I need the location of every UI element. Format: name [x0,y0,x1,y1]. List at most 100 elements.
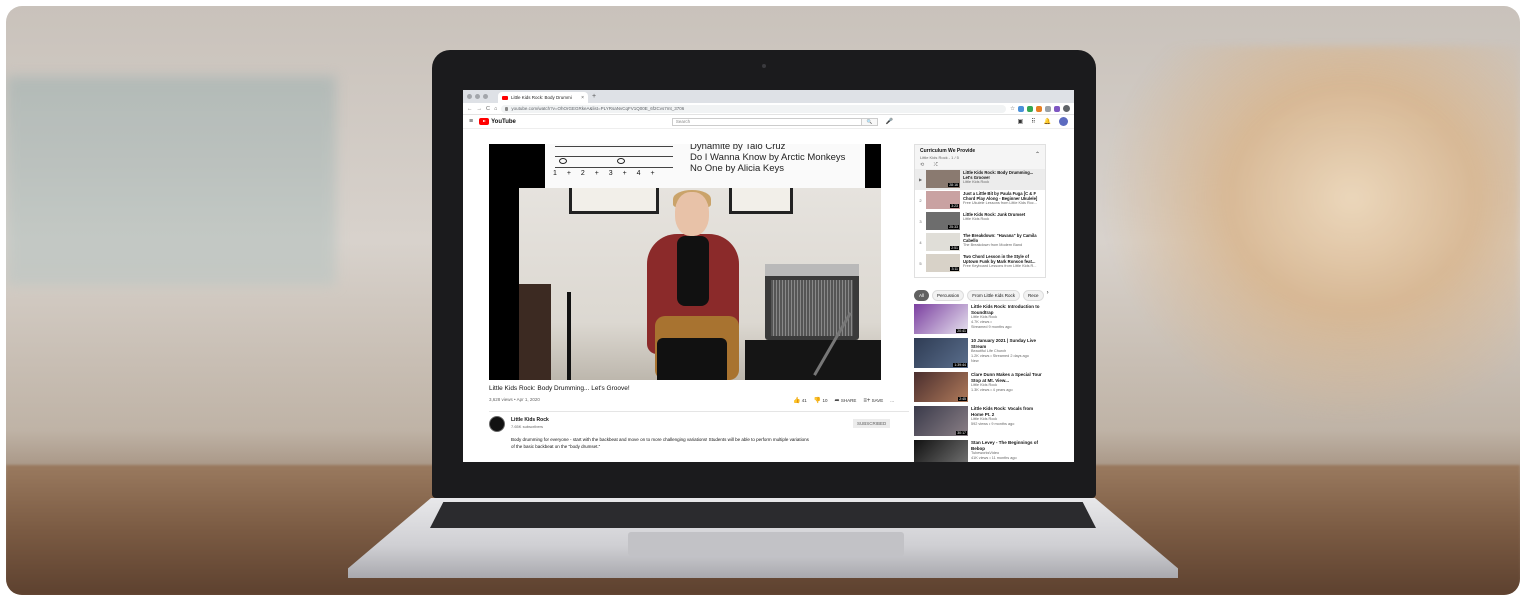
keyboard-instrument [519,284,551,380]
playlist-loop-shuffle[interactable]: ⟲ ⤮ [920,162,1040,168]
forward-icon[interactable]: → [477,106,483,112]
playlist-thumbnail: 3:11 [926,254,960,272]
playlist-item-channel: Free Keyboard Lessons from Little Kids R… [963,264,1037,268]
channel-avatar[interactable] [489,416,505,432]
chip-recent[interactable]: Rece [1023,290,1044,301]
save-button[interactable]: ≡+ SAVE [863,398,883,404]
playlist-item[interactable]: 2 3:23 Just a Little Bit by Paula Fuga [… [915,190,1045,211]
video-views-date: 3,628 views • Apr 1, 2020 [489,397,540,402]
extension-icons: ☆ [1010,105,1070,112]
playlist-item[interactable]: 4 2:51 The Breakdown: "Havana" by Camila… [915,232,1045,253]
browser-profile-icon[interactable] [1063,105,1070,112]
video-title: Little Kids Rock: Body Drumming... Let's… [489,385,630,392]
duration: 2:51 [950,246,959,250]
url-text: youtube.com/watch?v=OhOrGEGRkeA&list=PLY… [511,106,685,111]
address-bar[interactable]: youtube.com/watch?v=OhOrGEGRkeA&list=PLY… [501,104,1007,113]
laptop-keyboard [430,502,1096,528]
playlist-index: ▶ [918,177,923,182]
subscribed-button[interactable]: SUBSCRIBED [853,419,891,428]
menu-icon[interactable]: ≡ [469,118,473,125]
minimize-window-button[interactable] [475,94,480,99]
playlist-index: 4 [919,240,922,245]
chip-from-channel[interactable]: From Little Kids Rock [967,290,1021,301]
thumbs-down-icon: 👎 [813,398,822,404]
playlist-title[interactable]: Curriculum We Provide [920,148,1040,154]
webcam [762,64,766,68]
new-tab-button[interactable]: + [592,93,596,100]
chip-percussion[interactable]: Percussion [932,290,965,301]
beat-counts: 1 + 2 + 3 + 4 + [553,170,659,177]
like-button[interactable]: 👍 41 [793,397,807,404]
browser-tab[interactable]: Little Kids Rock: Body Drummi × [498,92,588,103]
rec-title: Little Kids Rock: Vocals from Home Pt. 2 [971,406,1034,417]
playlist-item[interactable]: 3 25:33 Little Kids Rock: Junk Drumset Li… [915,211,1045,232]
window-controls [467,94,488,99]
dislike-count: 10 [822,398,828,403]
extension-icon[interactable] [1036,105,1042,112]
playlist-index: 5 [919,261,922,266]
playlist-panel: Curriculum We Provide Little Kids Rock -… [914,144,1046,278]
extension-icon[interactable] [1018,105,1024,112]
video-player[interactable]: 1 + 2 + 3 + 4 + Dynamite by Taio Cruz Do… [489,144,881,380]
playlist-item-title: Just a Little Bit by Paula Fuga [C & F C… [963,191,1038,201]
close-window-button[interactable] [467,94,472,99]
search-input[interactable]: Search [671,117,862,126]
channel-name[interactable]: Little Kids Rock [511,417,549,423]
playlist-item-channel: Free Ukulele Lessons from Little Kids Ro… [963,201,1037,205]
extension-icon[interactable] [1054,105,1060,112]
chevron-right-icon[interactable]: › [1047,290,1049,301]
recommended-video[interactable]: 2:45 Clare Dunn Makes a Special Tour Sto… [914,372,1046,405]
duration: 30:17 [956,431,967,435]
more-actions-button[interactable]: ... [890,398,894,403]
playlist-add-icon: ≡+ [863,397,871,404]
recommended-video[interactable]: Stan Levey - The Beginnings of Bebop Tube… [914,440,1046,462]
song-line: No One by Alicia Keys [690,163,784,174]
laptop-screen: Little Kids Rock: Body Drummi × + ← → C … [463,90,1074,462]
chevron-up-icon[interactable]: ⌃ [1035,151,1040,158]
song-list: Dynamite by Taio Cruz Do I Wanna Know by… [690,144,845,174]
recommended-video[interactable]: 30:17 Little Kids Rock: Vocals from Home… [914,406,1046,439]
recommendations-list: 20:41 Little Kids Rock: Introduction to … [914,304,1046,462]
presenter-shirt [677,236,709,306]
video-thumbnail: 1:39:44 [914,338,968,368]
playlist-item[interactable]: 5 3:11 Two Chord Lesson in the Style of … [915,253,1045,274]
apps-grid-icon[interactable]: ⠿ [1031,118,1035,125]
reload-icon[interactable]: C [486,106,490,112]
playlist-header: Curriculum We Provide Little Kids Rock -… [915,145,1045,169]
background-window [6,76,336,286]
search-button[interactable]: 🔍 [861,117,878,126]
duration: 3:23 [950,204,959,208]
back-icon[interactable]: ← [467,106,473,112]
search-area: Search 🔍 🎤 [671,117,893,126]
dislike-button[interactable]: 👎 10 [814,397,828,404]
video-thumbnail: 2:45 [914,372,968,402]
guitar-stand [567,292,571,380]
thumbs-up-icon: 👍 [793,398,801,404]
rec-stats: 592 views • 9 months ago [971,422,1015,426]
rec-stats: 41K views • 11 months ago [971,456,1017,460]
duration: 28:16 [948,183,959,187]
playlist-item[interactable]: ▶ 28:16 Little Kids Rock: Body Drumming.… [915,169,1045,190]
create-video-icon[interactable]: ▣ [1017,118,1023,125]
tab-close-icon[interactable]: × [581,95,584,101]
bookmark-star-icon[interactable]: ☆ [1010,106,1015,112]
youtube-logo[interactable]: YouTube [479,118,516,125]
note-icon [559,158,567,164]
presenter-face [675,192,709,236]
microphone-icon[interactable]: 🎤 [886,118,893,125]
notifications-bell-icon[interactable]: 🔔 [1044,118,1051,125]
account-avatar[interactable] [1059,117,1068,126]
playlist-item-title: Little Kids Rock: Body Drumming... Let's… [963,170,1034,180]
maximize-window-button[interactable] [483,94,488,99]
rec-stats: 1.3K views • 4 years ago [971,388,1013,392]
extension-icon[interactable] [1027,105,1033,112]
chip-all[interactable]: All [914,290,930,301]
browser-toolbar: ← → C ⌂ youtube.com/watch?v=OhOrGEGRkeA&… [463,103,1074,115]
extension-icon[interactable] [1045,105,1051,112]
video-thumbnail [914,440,968,462]
recommended-video[interactable]: 1:39:44 10 January 2021 | Sunday Live St… [914,338,1046,371]
recommended-video[interactable]: 20:41 Little Kids Rock: Introduction to … [914,304,1046,337]
share-button[interactable]: ➦ SHARE [835,397,857,404]
channel-subscribers: 7.65K subscribers [511,424,544,429]
home-icon[interactable]: ⌂ [494,106,497,112]
